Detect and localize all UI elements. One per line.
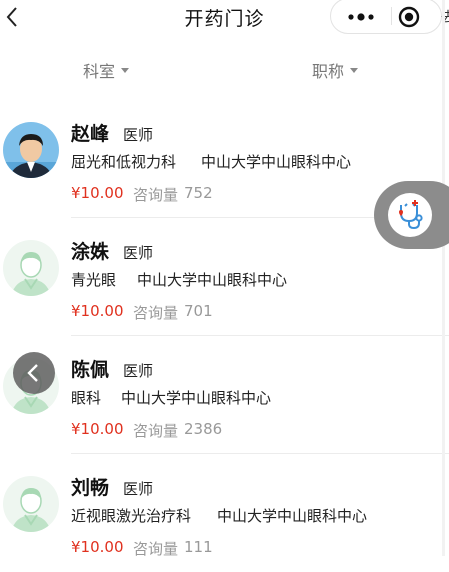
doctor-name: 涂姝 [71, 241, 110, 263]
target-close-icon [398, 6, 420, 28]
consult-price: ¥10.00 [71, 302, 124, 320]
doctor-department: 屈光和低视力科 [71, 153, 177, 171]
close-button[interactable] [397, 3, 431, 29]
consult-count-label: 咨询量 [133, 186, 179, 204]
doctor-hospital: 中山大学中山眼科中心 [201, 153, 352, 171]
consult-count: 111 [184, 538, 213, 556]
doctor-name: 刘畅 [71, 477, 110, 499]
chevron-left-icon [27, 364, 38, 382]
doctor-avatar [3, 476, 59, 532]
doctor-hospital: 中山大学中山眼科中心 [137, 271, 288, 289]
consult-price: ¥10.00 [71, 184, 124, 202]
doctor-avatar [3, 122, 59, 178]
doctor-photo-icon [3, 122, 59, 178]
consult-count: 701 [184, 302, 213, 320]
consult-count-label: 咨询量 [133, 422, 179, 440]
doctor-department: 青光眼 [71, 271, 117, 289]
capsule-divider [391, 7, 392, 25]
doctor-name: 陈佩 [71, 359, 110, 381]
doctor-name: 赵峰 [71, 123, 110, 145]
filter-bar: 科室 职称 [0, 56, 449, 86]
more-button[interactable] [341, 3, 381, 29]
title-filter-label: 职称 [312, 62, 345, 81]
default-avatar-icon [3, 476, 59, 532]
title-filter[interactable]: 职称 [312, 58, 359, 82]
stethoscope-icon [399, 200, 423, 230]
doctor-title: 医师 [123, 244, 154, 262]
doctor-title: 医师 [123, 126, 154, 144]
consult-price: ¥10.00 [71, 420, 124, 438]
default-avatar-icon [3, 240, 59, 296]
department-filter[interactable]: 科室 [83, 58, 130, 82]
doctor-title: 医师 [123, 362, 154, 380]
top-bar: 开药门诊 去 [0, 0, 449, 34]
doctor-department: 近视眼激光治疗科 [71, 507, 192, 525]
caret-down-icon [350, 68, 359, 73]
doctor-title: 医师 [123, 480, 154, 498]
doctor-hospital: 中山大学中山眼科中心 [121, 389, 272, 407]
consult-price: ¥10.00 [71, 538, 124, 556]
floating-back-button[interactable] [13, 352, 55, 394]
consult-count: 2386 [184, 420, 223, 438]
doctor-avatar [3, 240, 59, 296]
doctor-card[interactable]: 陈佩 医师 眼科 中山大学中山眼科中心 ¥10.00 咨询量 2386 [0, 336, 449, 454]
caret-down-icon [121, 68, 130, 73]
more-dots-icon [348, 13, 374, 21]
department-filter-label: 科室 [83, 62, 116, 81]
mini-program-capsule [330, 0, 442, 34]
float-icon-badge [388, 193, 432, 237]
consult-float-button[interactable] [374, 181, 449, 249]
doctor-card[interactable]: 刘畅 医师 近视眼激光治疗科 中山大学中山眼科中心 ¥10.00 咨询量 111 [0, 454, 449, 572]
consult-count-label: 咨询量 [133, 304, 179, 322]
doctor-hospital: 中山大学中山眼科中心 [217, 507, 368, 525]
scrollbar[interactable] [442, 0, 445, 556]
doctor-department: 眼科 [71, 389, 102, 407]
consult-count: 752 [184, 184, 213, 202]
